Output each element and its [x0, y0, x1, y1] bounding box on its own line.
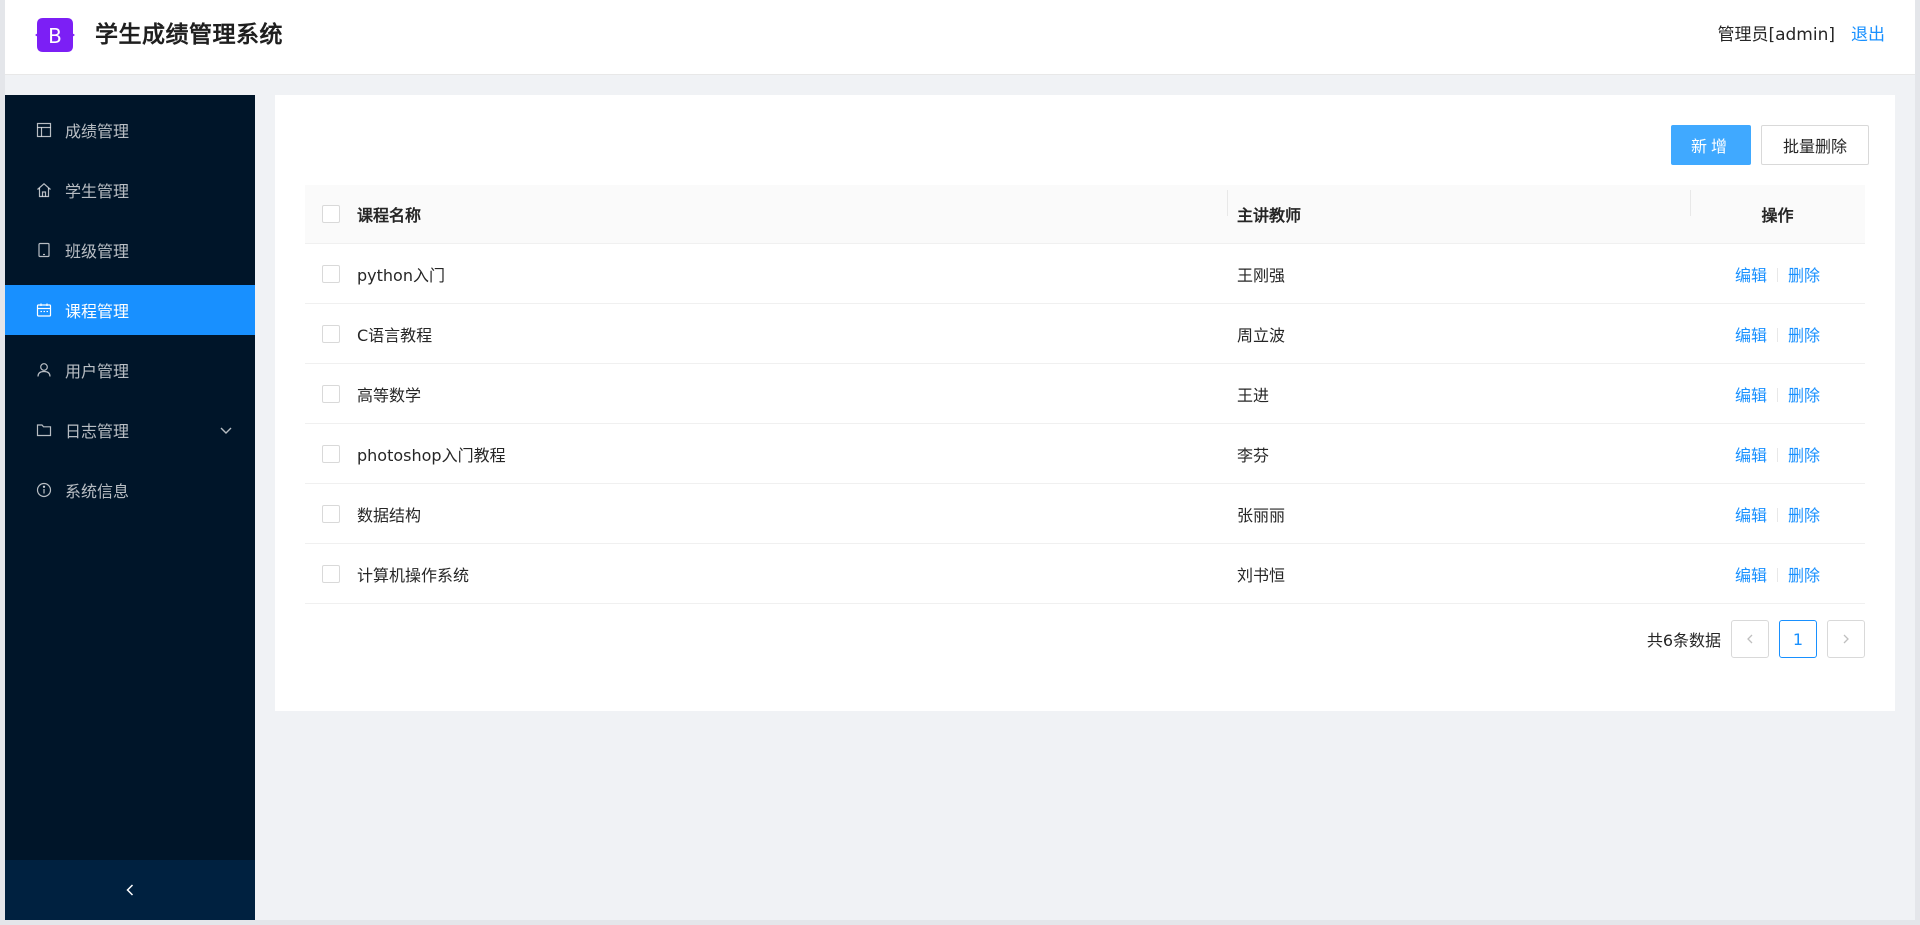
table-row: 数据结构 张丽丽 编辑 删除 — [305, 484, 1865, 544]
divider — [1777, 447, 1778, 462]
page-number-button[interactable]: 1 — [1779, 620, 1817, 658]
sidebar-item-label: 班级管理 — [65, 242, 130, 261]
chevron-left-icon — [126, 884, 134, 896]
actions-cell: 编辑 删除 — [1690, 322, 1865, 346]
sidebar-item-label: 学生管理 — [65, 182, 130, 201]
edit-link[interactable]: 编辑 — [1735, 446, 1767, 465]
course-name-cell: photoshop入门教程 — [357, 445, 506, 465]
delete-link[interactable]: 删除 — [1788, 446, 1820, 465]
delete-link[interactable]: 删除 — [1788, 326, 1820, 345]
row-checkbox[interactable] — [322, 324, 340, 343]
sidebar-item-label: 系统信息 — [65, 482, 130, 501]
teacher-cell: 李芬 — [1237, 445, 1270, 465]
sidebar-item-classes[interactable]: 班级管理 — [5, 225, 255, 275]
svg-text:B: B — [48, 24, 62, 48]
sidebar-item-users[interactable]: 用户管理 — [5, 345, 255, 395]
delete-link[interactable]: 删除 — [1788, 266, 1820, 285]
delete-link[interactable]: 删除 — [1788, 566, 1820, 585]
edit-link[interactable]: 编辑 — [1735, 386, 1767, 405]
chevron-right-icon — [1843, 634, 1849, 644]
teacher-cell: 王刚强 — [1237, 265, 1286, 285]
course-name-cell: 高等数学 — [357, 385, 422, 405]
column-header-teacher: 主讲教师 — [1227, 190, 1690, 226]
folder-icon — [35, 421, 53, 439]
top-header: B 学生成绩管理系统 管理员[admin] 退出 — [5, 0, 1915, 75]
user-icon — [35, 361, 53, 379]
teacher-cell: 张丽丽 — [1237, 505, 1286, 525]
course-table: 课程名称 主讲教师 操作 python入门 王刚强 编辑 删除 C语言教程 周立波… — [305, 185, 1865, 604]
table-row: 计算机操作系统 刘书恒 编辑 删除 — [305, 544, 1865, 604]
column-header-actions: 操作 — [1690, 190, 1865, 226]
edit-link[interactable]: 编辑 — [1735, 266, 1767, 285]
sidebar-item-label: 日志管理 — [65, 422, 130, 441]
app-frame: B 学生成绩管理系统 管理员[admin] 退出 成绩管理 学生管理 班级管理 … — [5, 0, 1915, 920]
sidebar-item-students[interactable]: 学生管理 — [5, 165, 255, 215]
sidebar-item-label: 用户管理 — [65, 362, 130, 381]
delete-link[interactable]: 删除 — [1788, 506, 1820, 525]
add-course-button[interactable]: 新增 — [1671, 125, 1751, 165]
tablet-icon — [35, 241, 53, 259]
column-header-course-name: 课程名称 — [357, 206, 422, 225]
pagination: 共6条数据 1 — [1647, 620, 1865, 658]
app-title: 学生成绩管理系统 — [95, 22, 283, 48]
next-page-button[interactable] — [1827, 620, 1865, 658]
teacher-cell: 刘书恒 — [1237, 565, 1286, 585]
course-name-cell: C语言教程 — [357, 325, 433, 345]
app-logo: B — [35, 18, 75, 52]
divider — [1777, 327, 1778, 342]
table-icon — [35, 121, 53, 139]
teacher-cell: 周立波 — [1237, 325, 1286, 345]
table-header-row: 课程名称 主讲教师 操作 — [305, 185, 1865, 244]
sidebar-item-label: 成绩管理 — [65, 122, 130, 141]
course-name-cell: python入门 — [357, 265, 445, 285]
sidebar-collapse-button[interactable] — [5, 860, 255, 920]
table-row: photoshop入门教程 李芬 编辑 删除 — [305, 424, 1865, 484]
course-name-cell: 计算机操作系统 — [357, 565, 470, 585]
row-checkbox[interactable] — [322, 444, 340, 463]
teacher-cell: 王进 — [1237, 385, 1270, 405]
prev-page-button[interactable] — [1731, 620, 1769, 658]
table-row: python入门 王刚强 编辑 删除 — [305, 244, 1865, 304]
logout-link[interactable]: 退出 — [1851, 22, 1885, 48]
sidebar: 成绩管理 学生管理 班级管理 课程管理 用户管理 日志管理 系统信息 — [5, 95, 255, 920]
pagination-total: 共6条数据 — [1646, 631, 1721, 650]
actions-cell: 编辑 删除 — [1690, 382, 1865, 406]
batch-delete-button[interactable]: 批量删除 — [1761, 125, 1869, 165]
chevron-left-icon — [1747, 634, 1753, 644]
actions-cell: 编辑 删除 — [1690, 502, 1865, 526]
table-row: C语言教程 周立波 编辑 删除 — [305, 304, 1865, 364]
table-row: 高等数学 王进 编辑 删除 — [305, 364, 1865, 424]
edit-link[interactable]: 编辑 — [1735, 326, 1767, 345]
actions-cell: 编辑 删除 — [1690, 562, 1865, 586]
row-checkbox[interactable] — [322, 264, 340, 283]
course-name-cell: 数据结构 — [357, 505, 422, 525]
current-user-label: 管理员[admin] — [1717, 25, 1835, 45]
home-icon — [35, 181, 53, 199]
divider — [1777, 387, 1778, 402]
sidebar-item-courses[interactable]: 课程管理 — [5, 285, 255, 335]
sidebar-item-logs[interactable]: 日志管理 — [5, 405, 255, 455]
edit-link[interactable]: 编辑 — [1735, 566, 1767, 585]
sidebar-item-grades[interactable]: 成绩管理 — [5, 105, 255, 155]
edit-link[interactable]: 编辑 — [1735, 506, 1767, 525]
row-checkbox[interactable] — [322, 564, 340, 583]
header-user-area: 管理员[admin] 退出 — [1717, 22, 1885, 48]
actions-cell: 编辑 删除 — [1690, 262, 1865, 286]
divider — [1777, 267, 1778, 282]
calendar-icon — [35, 301, 53, 319]
sidebar-item-label: 课程管理 — [65, 302, 130, 321]
chevron-down-icon[interactable] — [219, 423, 233, 437]
select-all-checkbox[interactable] — [322, 205, 340, 223]
main-content: 新增 批量删除 课程名称 主讲教师 操作 python入门 王刚强 编辑 删除 C… — [275, 95, 1895, 711]
row-checkbox[interactable] — [322, 504, 340, 523]
actions-cell: 编辑 删除 — [1690, 442, 1865, 466]
row-checkbox[interactable] — [322, 384, 340, 403]
sidebar-menu: 成绩管理 学生管理 班级管理 课程管理 用户管理 日志管理 系统信息 — [5, 95, 255, 515]
delete-link[interactable]: 删除 — [1788, 386, 1820, 405]
divider — [1777, 507, 1778, 522]
sidebar-item-system-info[interactable]: 系统信息 — [5, 465, 255, 515]
divider — [1777, 567, 1778, 582]
info-circle-icon — [35, 481, 53, 499]
